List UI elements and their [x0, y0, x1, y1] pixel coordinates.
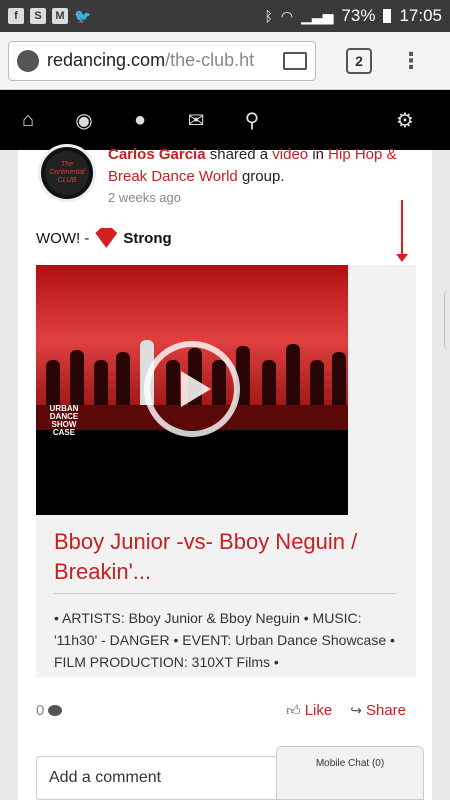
shared-text: shared a: [209, 146, 269, 163]
play-button[interactable]: [144, 341, 240, 437]
play-icon: [181, 371, 211, 407]
thumbs-up-icon: 👍︎: [286, 701, 301, 718]
battery-level: 73%: [341, 6, 376, 25]
facebook-icon: f: [8, 8, 24, 24]
status-prefix: WOW! -: [36, 229, 90, 247]
comment-count-value: 0: [36, 701, 45, 719]
wifi-icon: ◠: [280, 7, 294, 24]
share-label: Share: [365, 701, 406, 719]
side-panel-edge: [444, 290, 450, 350]
status-message: WOW! - Strong: [36, 228, 172, 248]
dancer: [286, 344, 300, 410]
mail-icon[interactable]: ✉: [168, 108, 224, 133]
avatar[interactable]: The Continental CLUB: [38, 144, 96, 202]
bluetooth-icon: ᛒ: [264, 8, 273, 24]
share-button[interactable]: ↪ Share: [350, 702, 406, 719]
video-title[interactable]: Bboy Junior -vs- Bboy Neguin / Breakin'.…: [54, 527, 404, 587]
comment-bubble-icon: [48, 704, 63, 716]
url-domain: redancing.com: [47, 50, 166, 70]
group-suffix: group.: [241, 168, 285, 185]
reader-mode-icon[interactable]: [283, 51, 307, 70]
post-header: The Continental CLUB Carlos Garcia share…: [38, 144, 418, 210]
site-globe-icon: [17, 49, 39, 72]
twitter-icon: 🐦: [74, 7, 92, 24]
post-timestamp[interactable]: 2 weeks ago: [108, 190, 181, 205]
comment-input[interactable]: Add a comment: [36, 756, 286, 800]
divider: [54, 593, 396, 594]
annotation-arrow-down: [396, 200, 408, 262]
comment-count[interactable]: 0: [36, 701, 63, 719]
video-player[interactable]: URBAN DANCE SHOW CASE: [36, 265, 348, 515]
dancer: [94, 360, 108, 410]
post-actions: 0 👍︎ Like ↪ Share: [36, 698, 416, 722]
user-icon[interactable]: ●: [112, 109, 168, 132]
feed-post: The Continental CLUB Carlos Garcia share…: [18, 144, 432, 800]
browser-menu-icon[interactable]: ⋮: [400, 48, 422, 74]
author-link[interactable]: Carlos Garcia: [108, 146, 206, 163]
like-button[interactable]: 👍︎ Like: [286, 702, 332, 719]
url-bar[interactable]: redancing.com/the-club.ht: [8, 40, 316, 81]
app-icon: S: [30, 8, 46, 24]
site-nav: ⌂ ◉ ● ✉ ⚲ ⚙: [0, 90, 450, 150]
dancer: [262, 360, 276, 410]
in-text: in: [312, 146, 324, 163]
like-label: Like: [304, 701, 333, 719]
status-bar: f S M 🐦 ᛒ ◠ ▁▃▅ 73% 17:05: [0, 0, 450, 32]
video-card: URBAN DANCE SHOW CASE Bboy Junior -vs- B…: [36, 265, 416, 677]
browser-bar: redancing.com/the-club.ht 2 ⋮: [0, 32, 450, 90]
superman-icon: [95, 228, 118, 248]
dancer: [70, 350, 84, 410]
search-icon[interactable]: ⚲: [224, 108, 280, 133]
post-activity-text: Carlos Garcia shared a video in Hip Hop …: [108, 144, 408, 188]
signal-icon: ▁▃▅: [301, 7, 334, 24]
battery-icon: [383, 9, 392, 23]
video-description: • ARTISTS: Bboy Junior & Bboy Neguin • M…: [54, 610, 395, 670]
status-word: Strong: [123, 229, 172, 247]
video-link[interactable]: video: [272, 146, 308, 163]
url-path: /the-club.ht: [165, 50, 255, 70]
mobile-chat-tab[interactable]: Mobile Chat (0): [276, 746, 424, 800]
clock: 17:05: [399, 6, 442, 25]
mail-notification-icon: M: [52, 8, 68, 24]
dancer: [46, 360, 60, 410]
dancer: [310, 360, 324, 410]
share-arrow-icon: ↪: [350, 701, 362, 718]
gear-icon[interactable]: ⚙: [360, 108, 450, 133]
tabs-button[interactable]: 2: [346, 47, 372, 74]
avatar-logo: The Continental CLUB: [45, 151, 89, 195]
dancer: [116, 352, 130, 410]
home-icon[interactable]: ⌂: [0, 109, 56, 132]
video-logo: URBAN DANCE SHOW CASE: [49, 404, 79, 437]
dancer: [332, 352, 346, 410]
globe-icon[interactable]: ◉: [56, 108, 112, 133]
